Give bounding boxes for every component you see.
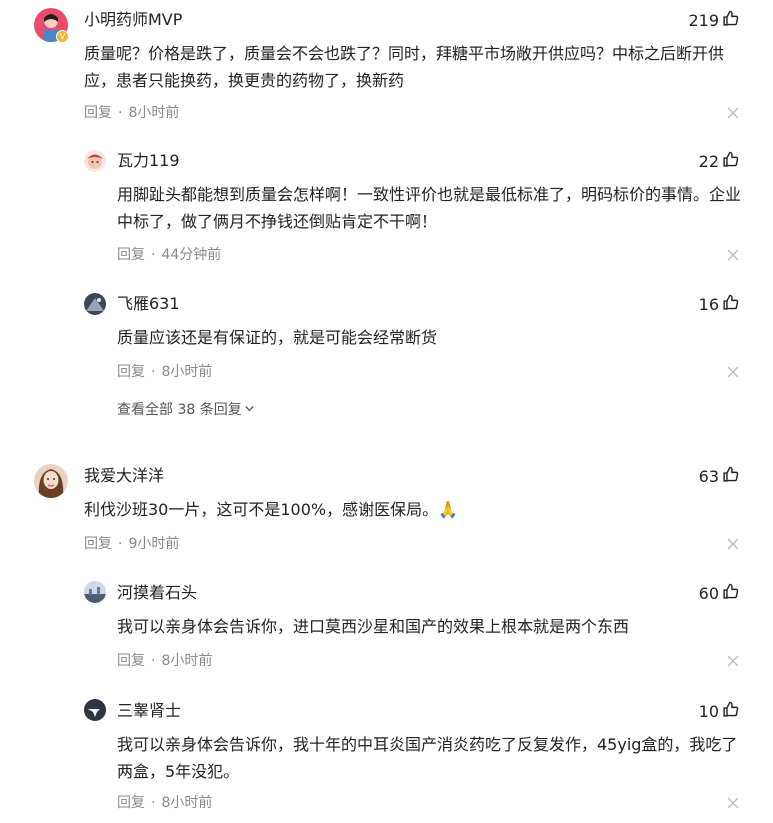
comment-text: 质量呢？价格是跌了，质量会不会也跌了？同时，拜糖平市场敞开供应吗？中标之后断开供… <box>84 44 725 90</box>
comment-meta: 回复 · 8小时前 <box>84 105 180 121</box>
like-count: 22 <box>698 152 719 171</box>
like-button[interactable]: 16 <box>699 294 739 316</box>
avatar[interactable] <box>84 293 106 315</box>
like-count: 16 <box>698 295 719 314</box>
verified-badge: V <box>56 30 69 43</box>
reply-author[interactable]: 河摸着石头 <box>117 583 197 603</box>
like-button[interactable]: 63 <box>699 466 739 488</box>
reply-author[interactable]: 瓦力119 <box>117 151 180 171</box>
chevron-down-icon <box>244 401 255 419</box>
reply-button[interactable]: 回复 <box>117 795 145 811</box>
avatar[interactable] <box>84 699 106 721</box>
reply-author[interactable]: 三睾肾士 <box>117 701 181 721</box>
like-count: 219 <box>688 11 719 30</box>
timestamp: 44分钟前 <box>161 247 222 263</box>
comment-meta: 回复 · 9小时前 <box>84 536 180 552</box>
reply-meta: 回复 · 8小时前 <box>117 653 213 669</box>
avatar[interactable] <box>84 150 106 172</box>
thumbs-up-icon <box>722 294 739 316</box>
reply-button[interactable]: 回复 <box>117 364 145 380</box>
comment-text: 利伐沙班30一片，这可不是100%，感谢医保局。🙏 <box>84 500 459 519</box>
timestamp: 8小时前 <box>128 105 180 121</box>
thumbs-up-icon <box>722 583 739 605</box>
like-count: 63 <box>698 467 719 486</box>
reply-text: 我可以亲身体会告诉你，我十年的中耳炎国产消炎药吃了反复发作，45yig盒的，我吃… <box>117 735 738 781</box>
reply-button[interactable]: 回复 <box>117 247 145 263</box>
close-icon[interactable] <box>727 655 739 667</box>
reply-meta: 回复 · 8小时前 <box>117 364 213 380</box>
timestamp: 8小时前 <box>161 364 213 380</box>
like-button[interactable]: 22 <box>699 151 739 173</box>
thumbs-up-icon <box>722 10 739 32</box>
close-icon[interactable] <box>727 107 739 119</box>
close-icon[interactable] <box>727 797 739 809</box>
reply-text: 我可以亲身体会告诉你，进口莫西沙星和国产的效果上根本就是两个东西 <box>117 617 630 636</box>
timestamp: 9小时前 <box>128 536 180 552</box>
comment-author[interactable]: 我爱大洋洋 <box>84 466 164 486</box>
reply-meta: 回复 · 44分钟前 <box>117 247 222 263</box>
reply-text: 用脚趾头都能想到质量会怎样啊！一致性评价也就是最低标准了，明码标价的事情。企业中… <box>117 185 742 231</box>
like-count: 60 <box>698 584 719 603</box>
close-icon[interactable] <box>727 366 739 378</box>
close-icon[interactable] <box>727 538 739 550</box>
like-button[interactable]: 219 <box>688 10 739 32</box>
like-button[interactable]: 10 <box>699 701 739 723</box>
reply-button[interactable]: 回复 <box>117 653 145 669</box>
thumbs-up-icon <box>722 466 739 488</box>
like-button[interactable]: 60 <box>699 583 739 605</box>
reply-meta: 回复 · 8小时前 <box>117 795 213 811</box>
close-icon[interactable] <box>727 249 739 261</box>
comment-author[interactable]: 小明药师MVP <box>84 10 182 30</box>
view-all-replies-button[interactable]: 查看全部 38 条回复 <box>117 401 255 419</box>
timestamp: 8小时前 <box>161 795 213 811</box>
timestamp: 8小时前 <box>161 653 213 669</box>
avatar[interactable] <box>34 464 68 498</box>
reply-button[interactable]: 回复 <box>84 105 112 121</box>
reply-text: 质量应该还是有保证的，就是可能会经常断货 <box>117 328 438 347</box>
thumbs-up-icon <box>722 701 739 723</box>
reply-button[interactable]: 回复 <box>84 536 112 552</box>
avatar[interactable] <box>84 581 106 603</box>
thumbs-up-icon <box>722 151 739 173</box>
view-all-replies-label: 查看全部 38 条回复 <box>117 402 242 418</box>
like-count: 10 <box>698 702 719 721</box>
reply-author[interactable]: 飞雁631 <box>117 294 180 314</box>
